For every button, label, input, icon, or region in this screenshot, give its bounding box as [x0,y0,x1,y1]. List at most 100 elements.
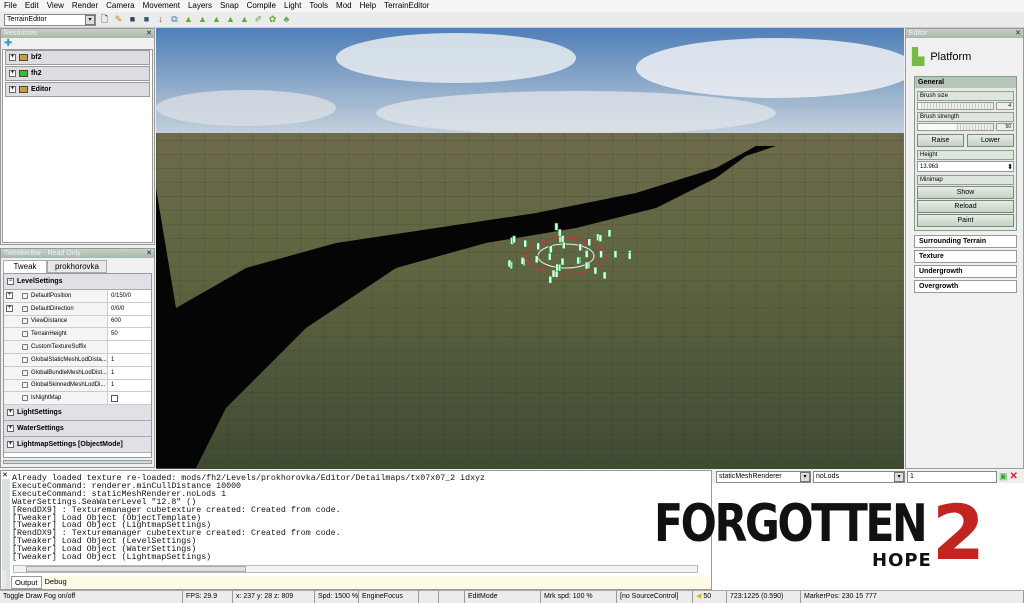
horizontal-scrollbar[interactable] [13,565,698,573]
menu-file[interactable]: File [0,0,21,12]
close-icon[interactable]: ✕ [146,249,152,258]
tweak-row[interactable]: TerrainHeight 50 [4,328,151,342]
object-marker[interactable] [593,266,598,275]
tab-output[interactable]: Output [11,576,42,589]
tab-tweak[interactable]: Tweak [3,260,47,273]
spinner-icon[interactable]: ⬍ [1007,163,1013,171]
close-icon[interactable]: ✕ [1015,29,1021,38]
raise-button[interactable]: Raise [917,134,964,147]
lower-button[interactable]: Lower [967,134,1014,147]
add-icon[interactable]: ✚ [1,38,154,49]
menu-movement[interactable]: Movement [139,0,184,12]
property-value[interactable]: 0/150/0 [111,293,131,299]
editor-section[interactable]: Overgrowth [914,280,1017,293]
object-marker[interactable] [548,275,553,284]
3d-viewport[interactable] [156,28,904,469]
apply-icon[interactable]: ▣ [999,471,1008,482]
terrain-tool-1-icon[interactable]: ▲ [183,14,194,25]
show-button[interactable]: Show [917,186,1014,199]
brush-strength-value[interactable]: 50 [996,123,1014,131]
terrain-tool-2-icon[interactable]: ▲ [197,14,208,25]
object-marker[interactable] [587,238,592,247]
terrain-tool-5-icon[interactable]: ▲ [239,14,250,25]
tweak-group[interactable]: + WaterSettings [4,421,151,438]
object-marker[interactable] [507,259,512,268]
object-marker[interactable] [555,263,559,272]
object-marker[interactable] [523,239,527,248]
tab-debug[interactable]: Debug [42,576,70,589]
reload-button[interactable]: Reload [917,200,1014,213]
section-header[interactable]: General [915,77,1016,88]
property-value[interactable]: 0/0/0 [111,306,124,312]
object-marker[interactable] [599,250,603,259]
object-marker[interactable] [536,242,540,251]
object-marker[interactable] [584,261,589,270]
paint-button[interactable]: Paint [917,214,1014,227]
object-marker[interactable] [512,235,516,244]
object-marker[interactable] [560,257,565,266]
expand-icon[interactable]: + [9,86,16,93]
tweak-row[interactable]: + DefaultDirection 0/0/0 [4,302,151,316]
close-icon[interactable]: ✕ [146,29,152,38]
menu-light[interactable]: Light [280,0,305,12]
menu-terraineditor[interactable]: TerrainEditor [380,0,433,12]
object-marker[interactable] [554,222,559,231]
undergrowth-icon[interactable]: ✿ [267,14,278,25]
new-file-icon[interactable]: 🗋 [99,14,110,25]
resource-item[interactable]: + Editor [5,82,150,97]
tweak-group[interactable]: + LightmapSettings [ObjectMode] [4,437,151,454]
property-value[interactable]: 1 [111,357,114,363]
object-marker[interactable] [551,269,556,278]
brush-strength-slider[interactable] [917,123,994,131]
property-value[interactable]: 50 [111,331,118,337]
object-marker[interactable] [627,251,632,260]
terrain-scene[interactable] [156,28,904,469]
expand-icon[interactable]: + [7,409,14,417]
paint-tool-icon[interactable]: ✐ [253,14,264,25]
import-icon[interactable]: ↓ [155,14,166,25]
object-marker[interactable] [607,229,612,238]
export-icon[interactable]: ⧉ [169,14,180,25]
object-marker[interactable] [578,243,582,251]
object-marker[interactable] [557,228,562,237]
tweak-group[interactable]: + LightSettings [4,405,151,422]
object-marker[interactable] [547,252,552,261]
editor-section[interactable]: Surrounding Terrain [914,235,1017,248]
scroll-handle[interactable] [3,460,152,464]
volume-icon[interactable]: ◀ [696,593,701,600]
brush-size-slider[interactable] [917,102,994,110]
menu-render[interactable]: Render [68,0,102,12]
property-value[interactable]: 1 [111,382,114,388]
object-marker[interactable] [598,234,603,243]
expand-icon[interactable]: + [7,441,14,449]
resource-item[interactable]: + bf2 [5,50,150,65]
tweak-row[interactable]: GlobalBundleMeshLodDist... 1 [4,366,151,380]
checkbox[interactable] [111,394,118,402]
object-select[interactable]: staticMeshRenderer ▾ [716,470,811,483]
collapse-icon[interactable]: − [7,278,14,285]
delete-icon[interactable]: ✕ [1010,471,1018,482]
close-icon[interactable]: ✕ [2,471,8,479]
resource-item[interactable]: + fh2 [5,66,150,81]
object-marker[interactable] [560,235,565,243]
menu-mod[interactable]: Mod [332,0,356,12]
group-level-settings[interactable]: − LevelSettings [4,274,151,290]
object-marker[interactable] [602,271,607,280]
tweak-row[interactable]: + DefaultPosition 0/150/0 [4,290,151,303]
menu-view[interactable]: View [43,0,68,12]
save-all-icon[interactable]: ■ [141,14,152,25]
menu-edit[interactable]: Edit [21,0,43,12]
property-value[interactable]: 1 [111,370,114,376]
menu-tools[interactable]: Tools [305,0,332,12]
object-marker[interactable] [520,257,525,265]
object-marker[interactable] [549,245,553,254]
expand-icon[interactable]: + [6,292,13,300]
editor-section[interactable]: Undergrowth [914,265,1017,278]
object-marker[interactable] [584,250,589,258]
editor-section[interactable]: Texture [914,250,1017,263]
menu-snap[interactable]: Snap [216,0,243,12]
save-icon[interactable]: ■ [127,14,138,25]
object-marker[interactable] [576,256,580,265]
expand-icon[interactable]: + [9,70,16,77]
tree-icon[interactable]: ♣ [281,14,292,25]
